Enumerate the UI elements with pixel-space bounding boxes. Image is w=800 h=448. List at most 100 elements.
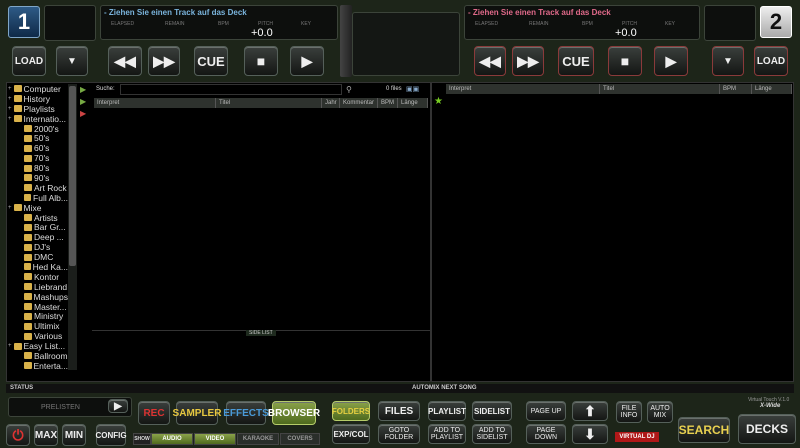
files-button[interactable]: FILES <box>378 401 420 421</box>
tree-item[interactable]: 70's <box>8 153 68 163</box>
star-icon[interactable]: ★ <box>434 96 443 107</box>
prelisten-play-button[interactable]: ▶ <box>108 399 128 413</box>
page-up-button[interactable]: PAGE UP <box>526 401 566 421</box>
col-bpm[interactable]: BPM <box>720 84 752 94</box>
tree-item[interactable]: Bar Gr... <box>8 222 68 232</box>
tree-item[interactable]: Art Rock <box>8 183 68 193</box>
col-titel[interactable]: Titel <box>216 98 322 108</box>
tree-item[interactable]: Master... <box>8 302 68 312</box>
exp-col-button[interactable]: EXP/COL <box>332 424 370 444</box>
covers-tab[interactable]: COVERS <box>280 433 320 445</box>
tree-item-label: Mashups <box>33 291 69 302</box>
tree-item[interactable]: + Easy List... <box>8 341 68 351</box>
tree-item[interactable]: 60's <box>8 143 68 153</box>
play-button-1[interactable]: ▶ <box>290 46 324 76</box>
col-laenge[interactable]: Länge <box>752 84 792 94</box>
expand-icon[interactable]: + <box>8 205 12 211</box>
folder-tree[interactable]: + Computer + History + Playlists + Internatio..… <box>8 84 68 371</box>
tree-item[interactable]: 90's <box>8 173 68 183</box>
scroll-up-button[interactable]: ⬆ <box>572 401 608 421</box>
add-to-sidelist-button[interactable]: ADD TO SIDELIST <box>472 424 512 444</box>
tree-item[interactable]: Kontor <box>8 272 68 282</box>
audio-tab[interactable]: AUDIO <box>151 433 193 445</box>
tree-item[interactable]: Hed Ka... <box>8 262 68 272</box>
pitch-slider-1[interactable] <box>340 5 352 77</box>
col-kommentar[interactable]: Kommentar <box>340 98 378 108</box>
sidelist-button[interactable]: SIDELIST <box>472 401 512 421</box>
tree-item[interactable]: + Mixe <box>8 203 68 213</box>
eject-button-2[interactable]: ▼ <box>712 46 744 76</box>
add-to-playlist-button[interactable]: ADD TO PLAYLIST <box>428 424 466 444</box>
col-laenge[interactable]: Länge <box>398 98 428 108</box>
tree-item[interactable]: 2000's <box>8 124 68 134</box>
tree-item[interactable]: Mashups <box>8 292 68 302</box>
forward-button-2[interactable]: ▶▶ <box>512 46 544 76</box>
tree-item[interactable]: + Computer <box>8 84 68 94</box>
tree-item[interactable]: 50's <box>8 133 68 143</box>
col-interpret[interactable]: Interpret <box>446 84 600 94</box>
stop-button-2[interactable]: ■ <box>608 46 642 76</box>
search-button[interactable]: SEARCH <box>678 417 730 443</box>
playlist-button[interactable]: PLAYLIST <box>428 401 466 421</box>
power-button[interactable]: ⏻ <box>6 424 30 446</box>
rewind-button-1[interactable]: ◀◀ <box>108 46 142 76</box>
splitter[interactable] <box>430 82 432 382</box>
browser-button[interactable]: BROWSER <box>268 401 320 425</box>
tree-item[interactable]: DJ's <box>8 242 68 252</box>
load-button-1[interactable]: LOAD <box>12 46 46 76</box>
karaoke-tab[interactable]: KARAOKE <box>237 433 279 445</box>
tree-scrollbar[interactable] <box>68 84 77 370</box>
auto-mix-button[interactable]: AUTO MIX <box>647 401 673 423</box>
search-options-icon[interactable]: ⚲ <box>346 85 352 94</box>
play-button-2[interactable]: ▶ <box>654 46 688 76</box>
tree-item[interactable]: Deep ... <box>8 232 68 242</box>
decks-button[interactable]: DECKS <box>738 414 796 444</box>
cue-button-1[interactable]: CUE <box>194 46 228 76</box>
config-button[interactable]: CONFIG <box>95 424 127 446</box>
tree-item[interactable]: Ultimix <box>8 321 68 331</box>
stop-button-1[interactable]: ■ <box>244 46 278 76</box>
tree-item[interactable]: Liebrand <box>8 282 68 292</box>
search-input[interactable] <box>120 84 342 95</box>
file-info-button[interactable]: FILE INFO <box>616 401 642 423</box>
expand-icon[interactable]: + <box>8 343 12 349</box>
tree-item[interactable]: + Internatio... <box>8 114 68 124</box>
max-button[interactable]: MAX <box>34 424 58 446</box>
sampler-button[interactable]: SAMPLER <box>173 401 221 425</box>
tree-item-label: Mixe <box>23 202 42 213</box>
tree-item[interactable]: Ministry <box>8 311 68 321</box>
scroll-down-button[interactable]: ⬇ <box>572 424 608 444</box>
page-down-button[interactable]: PAGE DOWN <box>526 424 566 444</box>
load-button-2[interactable]: LOAD <box>754 46 788 76</box>
col-bpm[interactable]: BPM <box>378 98 398 108</box>
tree-action-icons[interactable]: ▶ ▶ ▶ <box>80 84 86 120</box>
folders-button[interactable]: FOLDERS <box>332 401 370 421</box>
tree-item[interactable]: Ballroom <box>8 351 68 361</box>
expand-icon[interactable]: + <box>8 116 12 122</box>
tree-item[interactable]: + History <box>8 94 68 104</box>
view-toggle-icon[interactable]: ▣▣ <box>406 85 419 93</box>
rec-button[interactable]: REC <box>138 401 170 425</box>
tree-item[interactable]: DMC <box>8 252 68 262</box>
col-jahr[interactable]: Jahr <box>322 98 340 108</box>
goto-folder-button[interactable]: GOTO FOLDER <box>378 424 420 444</box>
expand-icon[interactable]: + <box>8 106 12 112</box>
video-tab[interactable]: VIDEO <box>194 433 236 445</box>
rewind-button-2[interactable]: ◀◀ <box>474 46 506 76</box>
col-interpret[interactable]: Interpret <box>94 98 216 108</box>
tree-item[interactable]: Enterta... <box>8 361 68 371</box>
expand-icon[interactable]: + <box>8 86 12 92</box>
col-titel[interactable]: Titel <box>600 84 720 94</box>
expand-icon[interactable]: + <box>8 96 12 102</box>
tree-item[interactable]: Full Alb... <box>8 193 68 203</box>
tree-item[interactable]: 80's <box>8 163 68 173</box>
forward-button-1[interactable]: ▶▶ <box>148 46 180 76</box>
eject-button-1[interactable]: ▼ <box>56 46 88 76</box>
cue-button-2[interactable]: CUE <box>558 46 594 76</box>
status-bar <box>6 384 794 393</box>
effects-button[interactable]: EFFECTS <box>223 401 269 425</box>
tree-item[interactable]: Various <box>8 331 68 341</box>
tree-item[interactable]: Artists <box>8 213 68 223</box>
min-button[interactable]: MIN <box>62 424 86 446</box>
tree-item[interactable]: + Playlists <box>8 104 68 114</box>
